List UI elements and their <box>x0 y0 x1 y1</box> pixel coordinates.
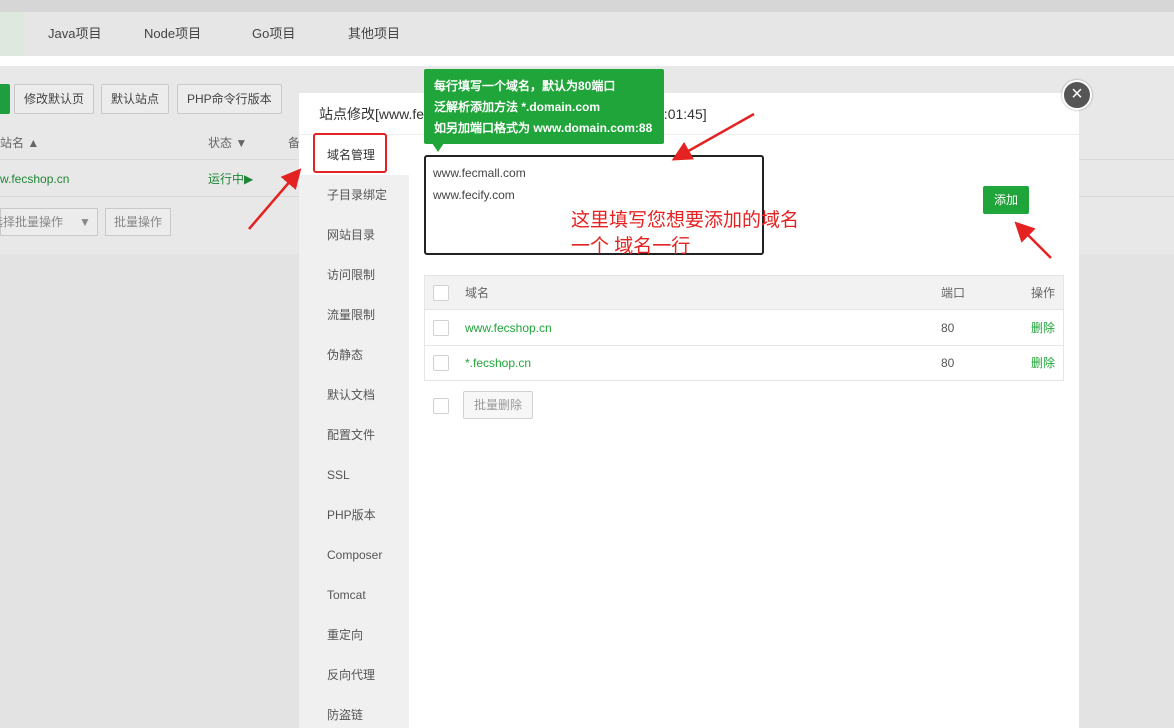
arrow-to-add-button <box>1014 221 1052 259</box>
arrow-to-textarea <box>671 112 755 161</box>
arrow-to-domain-tab <box>248 168 302 230</box>
annotation-arrows <box>248 112 1052 259</box>
